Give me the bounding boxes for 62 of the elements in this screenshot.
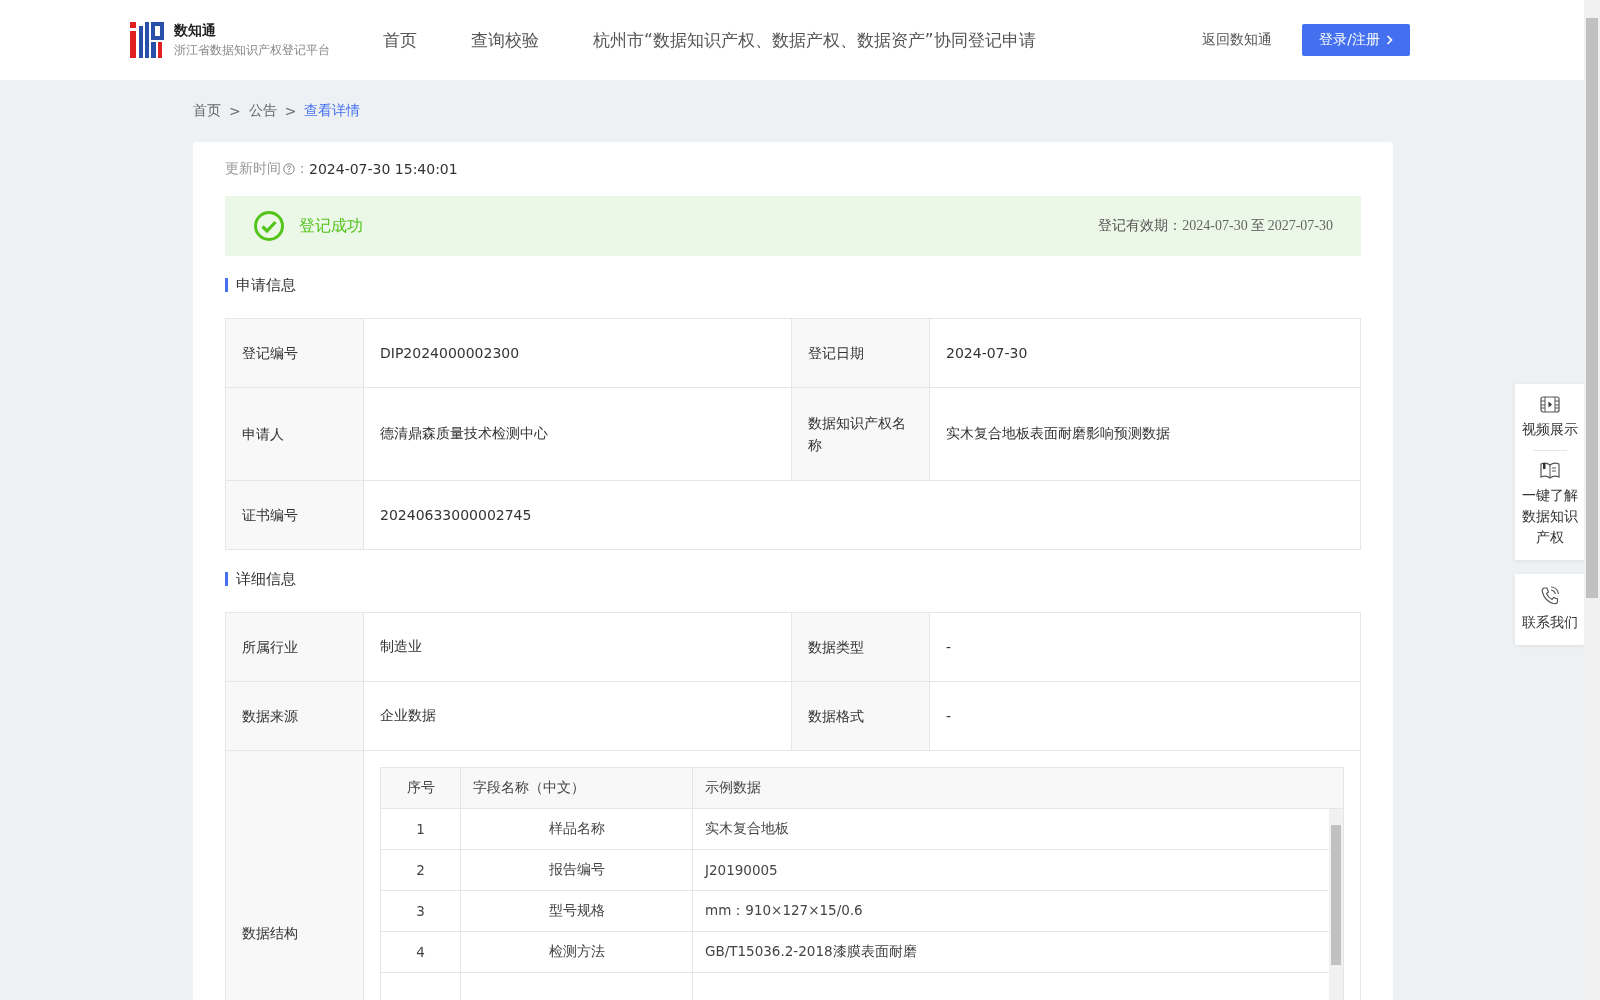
table-cell: 1 <box>381 809 461 849</box>
table-cell-text: 实木复合地板 <box>704 819 790 838</box>
field-label: 证书编号 <box>226 481 364 549</box>
breadcrumb-separator: > <box>284 103 297 119</box>
field-value: 20240633000002745 <box>379 506 533 525</box>
validity-label: 登记有效期： <box>1098 217 1183 235</box>
field-label: 数据来源 <box>226 682 364 750</box>
side-link[interactable]: 一键了解数据知识产权 <box>1521 485 1579 548</box>
status-text: 登记成功 <box>299 215 363 237</box>
scrollbar[interactable] <box>1329 809 1343 1000</box>
help-icon <box>283 163 295 175</box>
field-label: 数据结构 <box>226 751 364 1000</box>
film-icon <box>1540 396 1560 413</box>
breadcrumb-link[interactable]: 查看详情 <box>304 102 361 120</box>
nav-link[interactable]: 查询校验 <box>471 28 539 52</box>
table-cell-text: mm：910×127×15/0.6 <box>704 901 864 920</box>
section-title: 申请信息 <box>225 278 1361 292</box>
breadcrumb-link[interactable]: 公告 <box>248 102 277 120</box>
table-cell: 样品名称 <box>461 809 693 849</box>
field-label: 所属行业 <box>226 613 364 681</box>
table-cell-text: J20190005 <box>703 861 779 880</box>
table-cell: 3 <box>381 891 461 931</box>
table-cell: 2 <box>381 850 461 890</box>
validity-to: 至 <box>1250 217 1265 235</box>
field-label: 数据知识产权名称 <box>792 388 930 480</box>
nav-link[interactable]: 杭州市“数据知识产权、数据产权、数据资产”协同登记申请 <box>593 28 1036 52</box>
chevron-right-icon <box>1385 35 1393 45</box>
table-cell: 检测方法 <box>461 932 693 972</box>
field-label: 登记编号 <box>226 319 364 387</box>
field-value: 实木复合地板表面耐磨影响预测数据 <box>945 424 1171 443</box>
logo-subtitle: 浙江省数据知识产权登记平台 <box>174 43 330 58</box>
back-link[interactable]: 返回数知通 <box>1202 31 1272 49</box>
column-header: 示例数据 <box>704 778 762 797</box>
table-cell-text: GB/T15036.2-2018漆膜表面耐磨 <box>704 942 918 961</box>
breadcrumb-separator: > <box>229 103 241 119</box>
update-label: 更新时间 <box>225 160 281 178</box>
validity-end: 2027-07-30 <box>1267 218 1333 234</box>
phone-icon <box>1540 586 1560 606</box>
side-link[interactable]: 视频展示 <box>1521 419 1579 440</box>
field-value: - <box>945 707 953 726</box>
breadcrumb-link[interactable]: 首页 <box>193 102 221 120</box>
book-icon <box>1540 461 1560 479</box>
section-title: 详细信息 <box>225 572 1361 586</box>
column-header: 字段名称（中文） <box>461 768 693 808</box>
check-circle-icon <box>253 210 285 242</box>
colon: ： <box>295 160 309 178</box>
column-header: 序号 <box>381 768 461 808</box>
update-time: 2024-07-30 15:40:01 <box>309 161 458 177</box>
validity-start: 2024-07-30 <box>1182 218 1248 234</box>
table-cell: 型号规格 <box>461 891 693 931</box>
logo-title: 数知通 <box>174 22 217 40</box>
field-value: 2024-07-30 <box>945 344 1029 363</box>
field-label: 申请人 <box>226 388 364 480</box>
login-button[interactable]: 登录/注册 <box>1302 24 1410 56</box>
field-value: - <box>945 638 953 657</box>
field-label: 数据类型 <box>792 613 930 681</box>
field-label: 登记日期 <box>792 319 930 387</box>
nav-link[interactable]: 首页 <box>383 28 417 52</box>
table-cell: 报告编号 <box>461 850 693 890</box>
field-label: 数据格式 <box>792 682 930 750</box>
logo-icon <box>130 22 164 58</box>
table-cell: 4 <box>381 932 461 972</box>
